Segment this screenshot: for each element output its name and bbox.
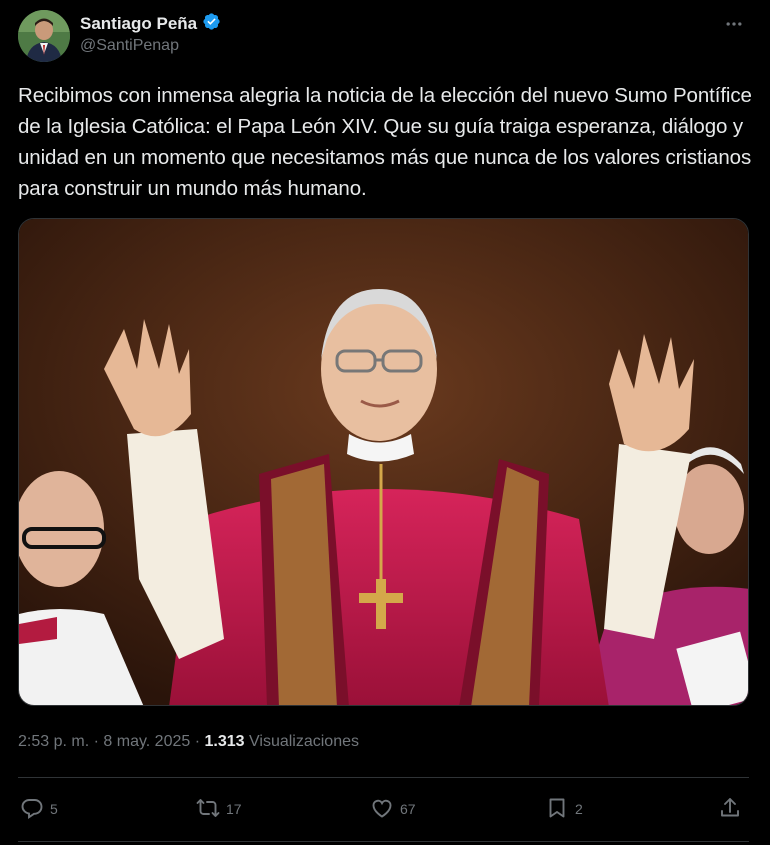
author-handle[interactable]: @SantiPenap [80, 37, 179, 55]
bookmark-button[interactable]: 2 [545, 792, 583, 826]
divider [18, 841, 749, 842]
views-count: 1.313 [204, 733, 245, 750]
tweet-media-image[interactable] [18, 218, 749, 706]
action-bar: 5 17 67 2 [18, 792, 749, 826]
meta-separator: · [194, 733, 201, 750]
tweet-meta: 2:53 p. m. · 8 may. 2025 · 1.313 Visuali… [18, 733, 359, 751]
tweet-header: Santiago Peña @SantiPenap [18, 10, 752, 62]
repost-count: 17 [226, 801, 242, 817]
bookmark-count: 2 [575, 801, 583, 817]
verified-badge-icon [202, 12, 221, 36]
like-count: 67 [400, 801, 416, 817]
tweet-date[interactable]: 8 may. 2025 [103, 733, 190, 750]
share-button[interactable] [718, 792, 742, 826]
repost-icon [196, 796, 220, 823]
like-icon [370, 796, 394, 823]
divider [18, 777, 749, 778]
views-label: Visualizaciones [249, 733, 359, 750]
bookmark-icon [545, 796, 569, 823]
reply-count: 5 [50, 801, 58, 817]
meta-separator: · [93, 733, 99, 750]
more-icon[interactable] [720, 12, 748, 36]
tweet-text: Recibimos con inmensa alegria la noticia… [18, 84, 752, 200]
reply-icon [20, 796, 44, 823]
author-display-name[interactable]: Santiago Peña [80, 14, 197, 34]
tweet-time[interactable]: 2:53 p. m. [18, 733, 89, 750]
repost-button[interactable]: 17 [196, 792, 242, 826]
like-button[interactable]: 67 [370, 792, 416, 826]
reply-button[interactable]: 5 [20, 792, 58, 826]
share-icon [718, 796, 742, 823]
avatar[interactable] [18, 10, 70, 62]
